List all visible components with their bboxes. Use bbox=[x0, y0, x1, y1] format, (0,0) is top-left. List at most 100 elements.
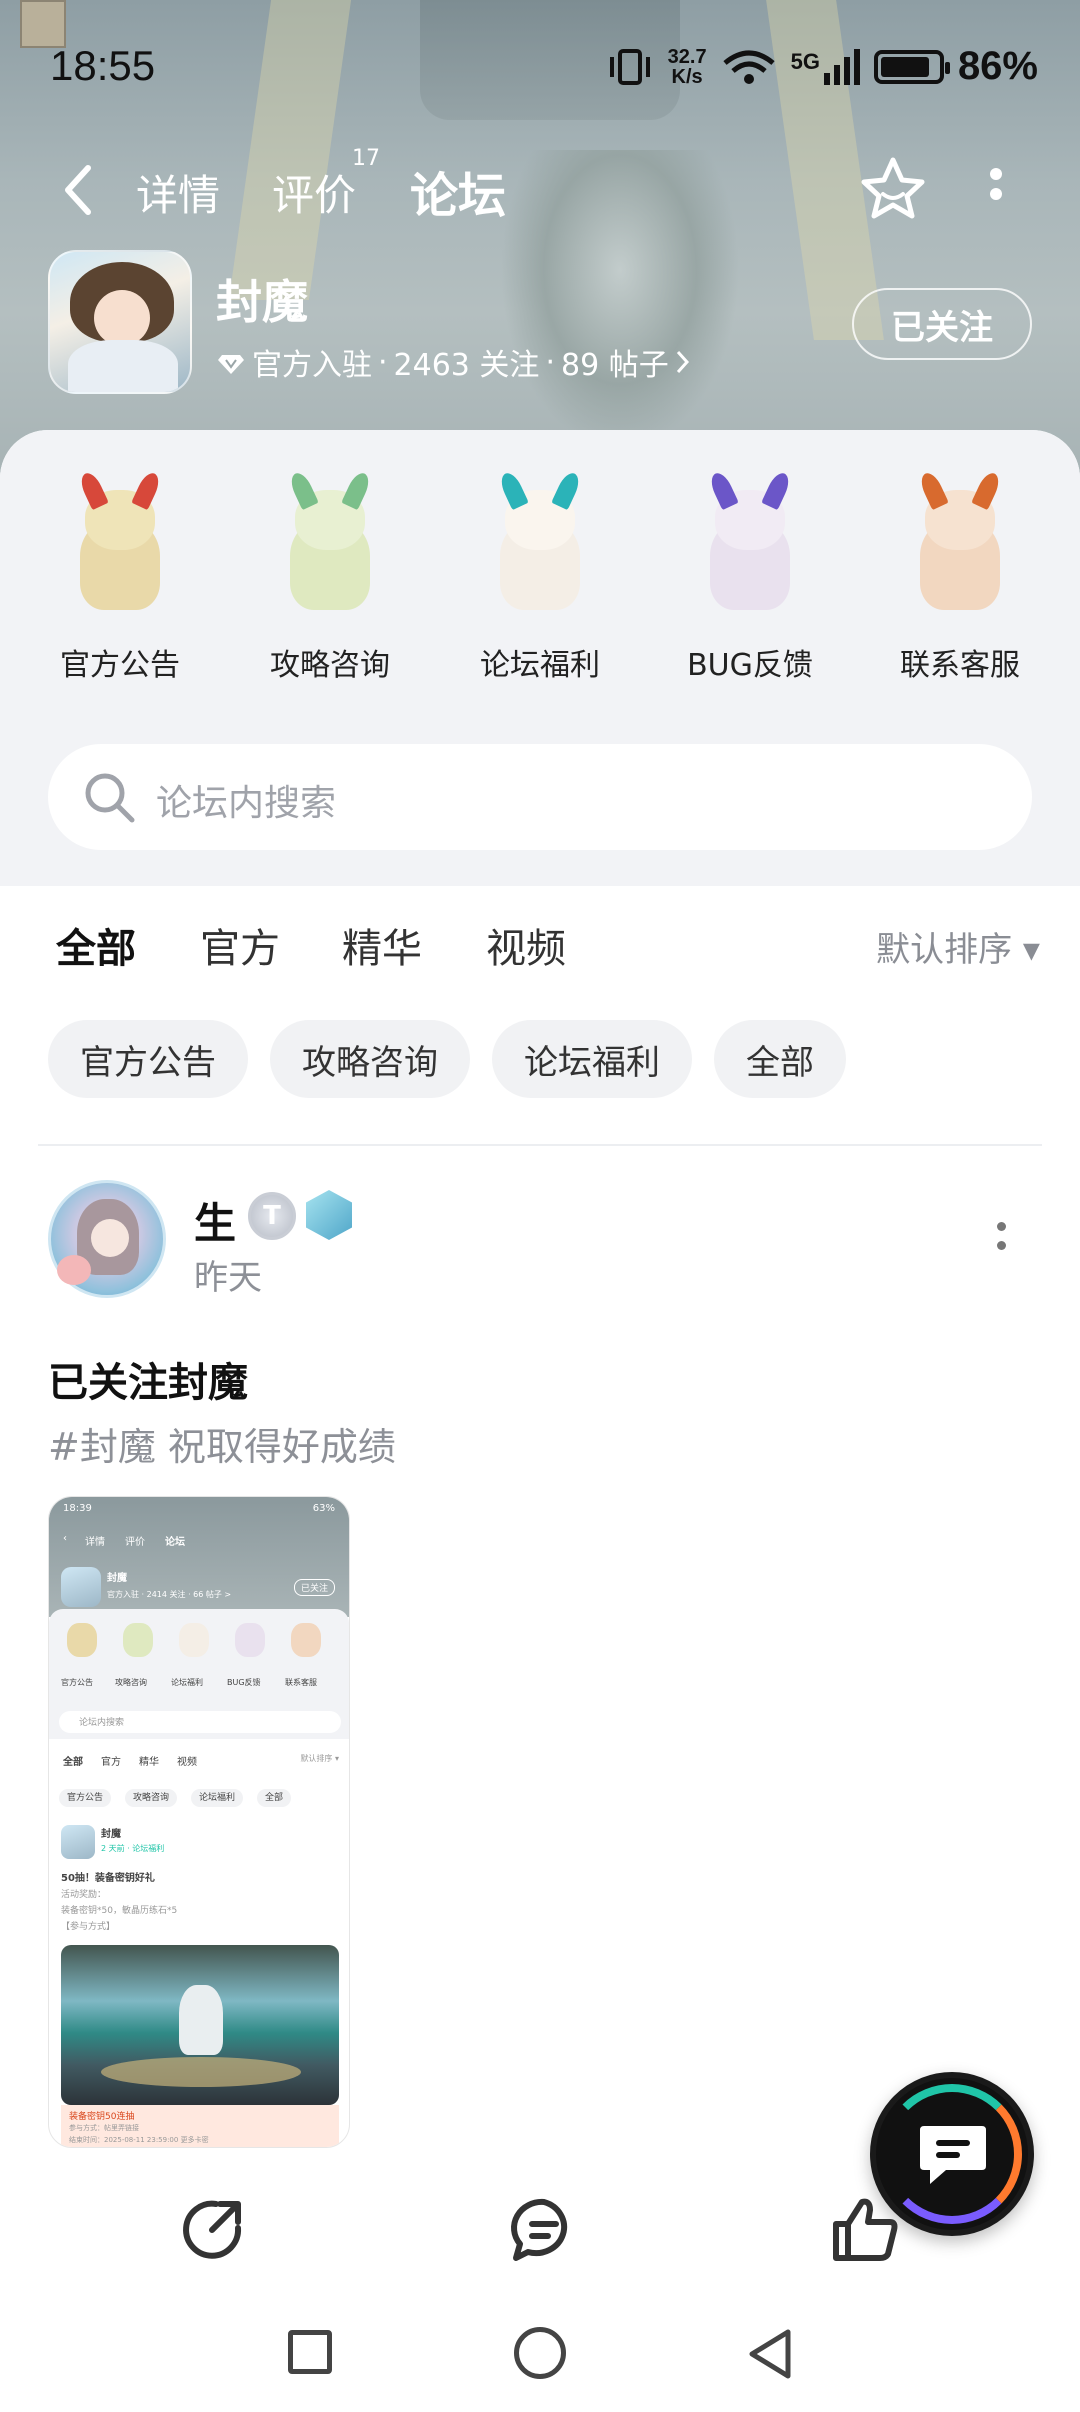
net-speed: 32.7 K/s bbox=[667, 45, 707, 88]
category-row: 官方公告 攻略咨询 论坛福利 BUG反馈 联系客服 bbox=[0, 469, 1080, 720]
thumb-footer-line: 参与方式：帖里弄链接 bbox=[69, 2124, 139, 2132]
thumb-footer-tag: 装备密钥50连抽 bbox=[69, 2112, 135, 2122]
thumb-post-line: 活动奖励： bbox=[61, 1890, 107, 1900]
post-time: 昨天 bbox=[194, 1258, 262, 1298]
wifi-icon bbox=[722, 50, 775, 84]
official-label: 官方入驻 bbox=[252, 348, 372, 383]
tab-details[interactable]: 详情 bbox=[136, 162, 220, 223]
home-icon[interactable] bbox=[514, 2327, 566, 2379]
back-chevron-icon[interactable] bbox=[58, 160, 98, 220]
dragon-mascot-icon bbox=[260, 469, 400, 620]
thumb-ftab: 全部 bbox=[63, 1757, 83, 1768]
category-customer-service[interactable]: 联系客服 bbox=[870, 469, 1050, 684]
thumb-avatar bbox=[61, 1825, 95, 1859]
thumb-cat-label: 联系客服 bbox=[285, 1678, 317, 1687]
back-triangle-icon[interactable] bbox=[744, 2326, 796, 2382]
thumb-ftab: 官方 bbox=[101, 1757, 121, 1768]
follow-button[interactable]: 已关注 bbox=[852, 288, 1032, 360]
thumb-tab: 论坛 bbox=[165, 1537, 185, 1548]
battery-percent: 86% bbox=[957, 44, 1038, 88]
thumb-game-name: 封魔 bbox=[107, 1573, 127, 1584]
status-time: 18:55 bbox=[50, 42, 156, 89]
status-bar: 18:55 32.7 K/s 5G 86% bbox=[0, 40, 1080, 100]
comment-icon[interactable] bbox=[508, 2194, 580, 2266]
chip-strategy[interactable]: 攻略咨询 bbox=[270, 1020, 470, 1098]
post-author[interactable]: 生 bbox=[194, 1190, 236, 1251]
filter-tab-featured[interactable]: 精华 bbox=[342, 916, 422, 974]
thumb-post-meta: 2 天前 · 论坛福利 bbox=[101, 1844, 165, 1853]
tab-reviews[interactable]: 评价 bbox=[272, 162, 356, 223]
search-icon bbox=[85, 773, 135, 823]
game-name: 封魔 bbox=[216, 275, 308, 329]
game-meta[interactable]: 官方入驻 · 2463 关注 · 89 帖子 bbox=[216, 340, 691, 384]
thumb-chip: 全部 bbox=[257, 1789, 292, 1807]
chip-all[interactable]: 全部 bbox=[714, 1020, 846, 1098]
category-bug-report[interactable]: BUG反馈 bbox=[660, 469, 840, 684]
meta-separator: · bbox=[378, 344, 388, 380]
status-right: 32.7 K/s 5G 86% bbox=[606, 44, 1038, 89]
star-outline-icon[interactable] bbox=[858, 154, 928, 224]
filter-tabs: 全部 官方 精华 视频 默认排序 ▾ bbox=[0, 916, 1080, 996]
like-icon[interactable] bbox=[830, 2194, 902, 2266]
thumb-ftab: 视频 bbox=[177, 1757, 197, 1768]
thumb-mascot-icon bbox=[291, 1623, 321, 1657]
category-strategy[interactable]: 攻略咨询 bbox=[240, 469, 420, 684]
filter-tab-all[interactable]: 全部 bbox=[56, 916, 136, 978]
thumb-meditation-art bbox=[61, 1945, 339, 2105]
thumb-ftab: 精华 bbox=[139, 1757, 159, 1768]
chevron-right-icon bbox=[676, 350, 689, 374]
thumb-mascot-icon bbox=[235, 1623, 265, 1657]
post-title[interactable]: 已关注封魔 bbox=[48, 1350, 248, 1408]
level-badge-icon: T bbox=[248, 1192, 296, 1240]
sort-dropdown[interactable]: 默认排序 ▾ bbox=[876, 922, 1040, 971]
post-action-bar bbox=[0, 2180, 1080, 2280]
chip-official-announcement[interactable]: 官方公告 bbox=[48, 1020, 248, 1098]
reviews-count: 17 bbox=[352, 146, 380, 171]
share-icon[interactable] bbox=[176, 2194, 248, 2266]
thumb-chip: 官方公告 bbox=[59, 1789, 112, 1807]
thumb-follow: 已关注 bbox=[293, 1579, 335, 1596]
thumb-post-author: 封魔 bbox=[101, 1829, 121, 1840]
dragon-mascot-icon bbox=[50, 469, 190, 620]
post-count: 89 帖子 bbox=[560, 348, 669, 383]
thumb-cat-label: 论坛福利 bbox=[171, 1678, 203, 1687]
dragon-mascot-icon bbox=[470, 469, 610, 620]
chip-forum-welfare[interactable]: 论坛福利 bbox=[492, 1020, 692, 1098]
thumb-mascot-icon bbox=[67, 1623, 97, 1657]
thumb-sort: 默认排序 ▾ bbox=[300, 1754, 339, 1763]
game-icon[interactable] bbox=[48, 250, 192, 394]
avatar[interactable] bbox=[48, 1180, 166, 1298]
meta-separator: · bbox=[545, 344, 555, 380]
top-nav: 详情 评价 17 论坛 bbox=[0, 146, 1080, 230]
thumb-back-icon: ‹ bbox=[63, 1533, 67, 1544]
filter-tab-official[interactable]: 官方 bbox=[200, 916, 280, 974]
post-more-icon[interactable] bbox=[994, 1222, 1008, 1262]
divider bbox=[38, 1144, 1042, 1146]
filter-tab-video[interactable]: 视频 bbox=[486, 916, 566, 974]
search-placeholder: 论坛内搜索 bbox=[156, 783, 337, 824]
follower-count: 2463 关注 bbox=[393, 348, 540, 383]
thumb-chip: 论坛福利 bbox=[191, 1789, 244, 1807]
forum-search-input[interactable]: 论坛内搜索 bbox=[48, 744, 1032, 850]
post-image-thumbnail[interactable]: 18:39 63% ‹ 详情 评价 论坛 封魔 官方入驻 · 2414 关注 ·… bbox=[48, 1496, 350, 2148]
thumb-mascot-icon bbox=[123, 1623, 153, 1657]
chat-bubble-icon bbox=[920, 2126, 986, 2184]
post-body[interactable]: #封魔 祝取得好成绩 bbox=[48, 1416, 396, 1471]
diamond-icon bbox=[218, 355, 244, 374]
game-header: 封魔 官方入驻 · 2463 关注 · 89 帖子 已关注 bbox=[48, 250, 1032, 400]
thumb-tab: 详情 bbox=[85, 1537, 105, 1548]
cell-signal-icon: 5G bbox=[791, 48, 860, 85]
vertical-dots-icon[interactable] bbox=[986, 160, 1006, 220]
topic-chips: 官方公告 攻略咨询 论坛福利 全部 bbox=[48, 1020, 846, 1100]
thumb-post-line: 装备密钥*50，敏晶历练石*5 bbox=[61, 1906, 178, 1916]
thumb-search-text: 论坛内搜索 bbox=[79, 1718, 125, 1728]
recent-apps-icon[interactable] bbox=[288, 2330, 332, 2374]
thumb-cat-label: 攻略咨询 bbox=[115, 1678, 147, 1687]
thumb-game-meta: 官方入驻 · 2414 关注 · 66 帖子 > bbox=[107, 1590, 232, 1599]
category-forum-welfare[interactable]: 论坛福利 bbox=[450, 469, 630, 684]
dragon-mascot-icon bbox=[890, 469, 1030, 620]
battery-icon bbox=[873, 49, 950, 84]
category-official-announcement[interactable]: 官方公告 bbox=[30, 469, 210, 684]
thumb-tab: 评价 bbox=[125, 1537, 145, 1548]
tab-forum[interactable]: 论坛 bbox=[410, 156, 507, 226]
